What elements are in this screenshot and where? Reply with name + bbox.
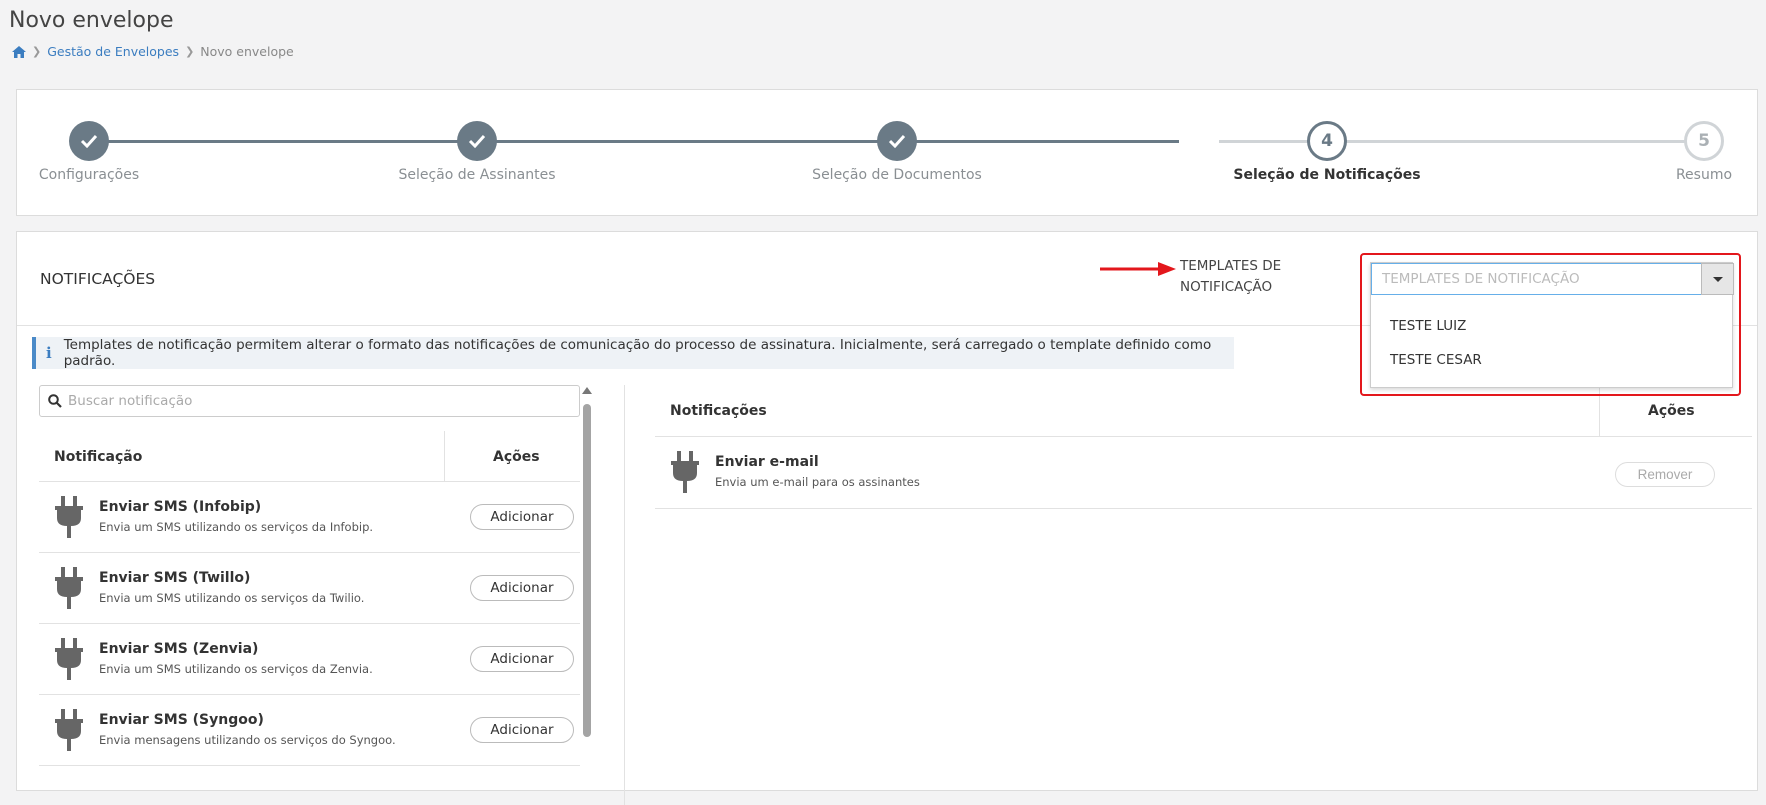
notification-title: Enviar SMS (Zenvia) [99,641,259,657]
notification-title: Enviar SMS (Syngoo) [99,712,264,728]
step-3-circle[interactable] [877,121,917,161]
remove-button[interactable]: Remover [1615,462,1715,487]
dropdown-option[interactable]: TESTE LUIZ [1390,318,1466,334]
notification-description: Envia mensagens utilizando os serviços d… [99,733,396,747]
notification-title: Enviar SMS (Twillo) [99,570,251,586]
step-5-circle: 5 [1684,121,1724,161]
step-5-label: Resumo [1675,167,1733,183]
step-2-label: Seleção de Assinantes [398,167,556,183]
selected-col-actions: Ações [1648,403,1695,419]
row-divider [655,508,1752,509]
breadcrumb-link-gestao[interactable]: Gestão de Envelopes [47,44,179,59]
templates-select[interactable]: TEMPLATES DE NOTIFICAÇÃO [1371,263,1702,295]
notification-description: Envia um SMS utilizando os serviços da I… [99,520,374,534]
section-title: NOTIFICAÇÕES [40,270,156,288]
chevron-right-icon: ❯ [32,45,42,58]
search-icon [48,394,62,408]
add-button[interactable]: Adicionar [470,717,574,743]
notification-description: Envia um SMS utilizando os serviços da Z… [99,662,373,676]
info-alert: i Templates de notificação permitem alte… [32,337,1234,369]
row-divider [39,765,580,766]
add-button[interactable]: Adicionar [470,575,574,601]
list-item: Enviar SMS (Zenvia) Envia um SMS utiliza… [39,624,580,694]
available-col-notification: Notificação [54,449,143,465]
plug-icon [55,567,83,609]
check-icon [888,134,906,148]
info-icon: i [46,344,52,362]
list-item: Enviar SMS (Twillo) Envia um SMS utiliza… [39,553,580,623]
search-input[interactable]: Buscar notificação [39,385,580,417]
plug-icon [671,451,699,493]
wizard-steps: 4 5 Configurações Seleção de Assinantes … [16,89,1758,216]
selected-col-notification: Notificações [670,403,767,419]
notification-description: Envia um e-mail para os assinantes [715,475,920,489]
step-1-label: Configurações [38,167,140,183]
plug-icon [55,496,83,538]
templates-placeholder: TEMPLATES DE NOTIFICAÇÃO [1382,271,1580,287]
notification-title: Enviar SMS (Infobip) [99,499,262,515]
progress-track-pending [1219,140,1704,143]
add-button[interactable]: Adicionar [470,504,574,530]
search-placeholder: Buscar notificação [68,393,193,409]
notification-description: Envia um SMS utilizando os serviços da T… [99,591,365,605]
breadcrumb: ❯ Gestão de Envelopes ❯ Novo envelope [12,44,294,59]
plug-icon [55,709,83,751]
list-item: Enviar SMS (Infobip) Envia um SMS utiliz… [39,482,580,552]
list-item: Enviar SMS (Syngoo) Envia mensagens util… [39,695,580,765]
selected-item: Enviar e-mail Envia um e-mail para os as… [655,437,1752,507]
step-2-circle[interactable] [457,121,497,161]
plug-icon [55,638,83,680]
dropdown-option[interactable]: TESTE CESAR [1390,352,1482,368]
check-icon [468,134,486,148]
arrow-right-icon [1100,262,1176,276]
page-title: Novo envelope [9,8,174,33]
chevron-right-icon: ❯ [185,45,195,58]
info-text: Templates de notificação permitem altera… [63,337,1212,369]
step-1-circle[interactable] [69,121,109,161]
column-divider [444,431,445,481]
home-icon[interactable] [12,45,26,58]
templates-label: TEMPLATES DE NOTIFICAÇÃO [1180,258,1282,295]
available-col-actions: Ações [493,449,540,465]
panel-divider [624,385,625,805]
step-3-label: Seleção de Documentos [812,167,982,183]
caret-down-icon [1712,276,1723,282]
step-4-label: Seleção de Notificações [1233,167,1421,183]
progress-track-done [89,140,1179,143]
step-4-circle[interactable]: 4 [1307,121,1347,161]
dropdown-toggle-button[interactable] [1701,263,1734,295]
scroll-up-arrow[interactable] [582,387,592,394]
notification-title: Enviar e-mail [715,454,819,470]
scrollbar-thumb[interactable] [583,404,591,737]
breadcrumb-current: Novo envelope [200,44,294,59]
templates-dropdown[interactable]: TEMPLATES DE NOTIFICAÇÃO TESTE LUIZ TEST… [1370,262,1734,388]
check-icon [80,134,98,148]
add-button[interactable]: Adicionar [470,646,574,672]
